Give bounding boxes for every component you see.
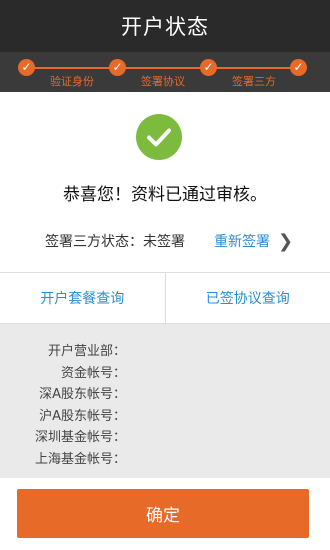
account-info-list: 开户营业部： 资金帐号： 深A股东帐号： 沪A股东帐号： 深圳基金帐号： 上海基… [0,324,330,478]
confirm-button[interactable]: 确定 [17,489,309,538]
header-bar: 开户状态 [0,0,330,52]
resign-label: 重新签署 [214,234,270,250]
shanghai-fund-account-label: 上海基金帐号： [34,451,126,467]
success-section: 恭喜您！资料已通过审核。 签署三方状态：未签署 重新签署 ❯ [0,92,330,272]
info-row: 开户营业部： [0,339,330,361]
fund-account-label: 资金帐号： [60,365,126,381]
checkmark-circle-icon [136,114,182,160]
info-row: 深A股东帐号： [0,382,330,404]
step-3-check-icon: ✓ [200,59,217,76]
step-2-label: 签署协议 [141,75,185,88]
step-1-check-icon: ✓ [18,59,35,76]
chevron-right-icon: ❯ [278,230,294,252]
step-1-label: 验证身份 [50,75,94,88]
shanghai-a-account-label: 沪A股东帐号： [39,408,126,424]
page-title: 开户状态 [121,15,209,39]
confirm-area: 确定 [17,489,309,538]
query-buttons: 开户套餐查询 已签协议查询 [0,272,330,324]
agreement-query-button[interactable]: 已签协议查询 [164,273,330,323]
progress-line [26,67,298,69]
success-message: 恭喜您！资料已通过审核。 [63,185,267,205]
info-row: 资金帐号： [0,361,330,383]
info-row: 上海基金帐号： [0,447,330,469]
resign-link[interactable]: 重新签署 ❯ [214,231,293,252]
info-row: 沪A股东帐号： [0,404,330,426]
step-3-label: 签署三方 [232,75,276,88]
signing-status-text: 签署三方状态：未签署 [45,234,185,250]
branch-label: 开户营业部： [47,344,126,360]
signing-status-row: 签署三方状态：未签署 重新签署 ❯ [0,226,330,256]
step-2-check-icon: ✓ [109,59,126,76]
progress-steps: ✓ 验证身份 ✓ 签署协议 ✓ 签署三方 ✓ [0,52,330,92]
info-row: 深圳基金帐号： [0,425,330,447]
shenzhen-fund-account-label: 深圳基金帐号： [34,430,126,446]
package-query-button[interactable]: 开户套餐查询 [0,273,165,323]
step-4-check-icon: ✓ [290,59,307,76]
shenzhen-a-account-label: 深A股东帐号： [39,387,126,403]
